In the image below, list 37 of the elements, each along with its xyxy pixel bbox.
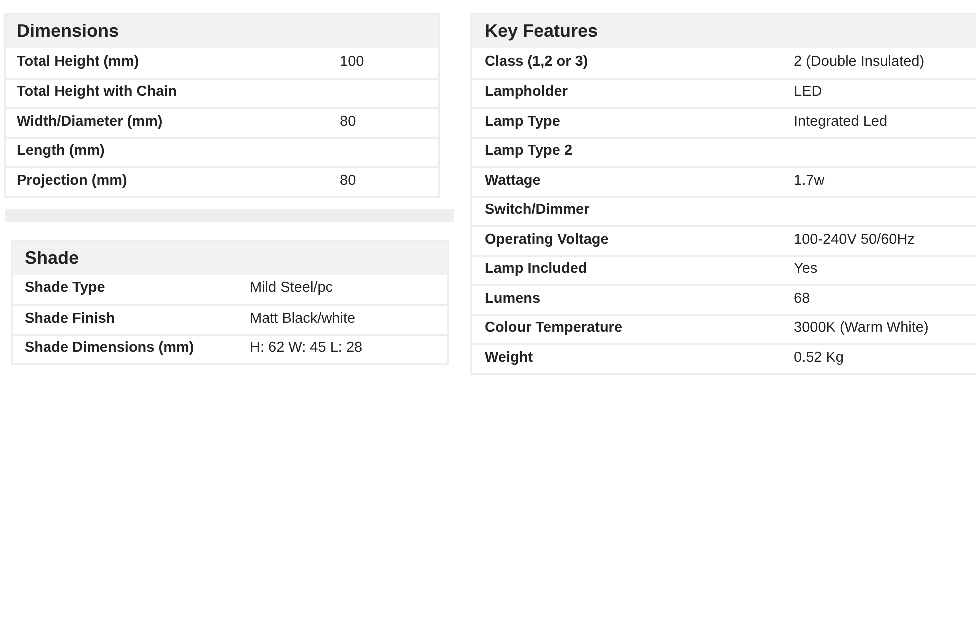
- spec-label: Lampholder: [485, 83, 569, 102]
- spec-label: Operating Voltage: [485, 230, 610, 250]
- spec-label: Projection (mm): [17, 172, 128, 191]
- spec-value: 2 (Double Insulated): [794, 52, 925, 72]
- spec-label: Switch/Dimmer: [485, 201, 591, 220]
- spec-value: 100-240V 50/60Hz: [794, 230, 915, 250]
- spec-label: Lamp Type: [485, 112, 562, 132]
- spec-label: Total Height (mm): [17, 52, 140, 72]
- spec-label: Wattage: [485, 172, 542, 191]
- spec-value: Integrated Led: [794, 112, 888, 132]
- panel-title: Shade: [13, 242, 447, 274]
- spec-value: 1.7w: [794, 172, 825, 191]
- spec-value: Yes: [794, 260, 818, 280]
- spec-value: H: 62 W: 45 L: 28: [250, 339, 363, 358]
- spec-label: Class (1,2 or 3): [485, 52, 590, 72]
- spec-value: 80: [340, 172, 356, 191]
- spec-label: Lamp Type 2: [485, 142, 574, 162]
- spec-label: Lamp Included: [485, 260, 588, 280]
- spec-value: 0.52 Kg: [794, 348, 844, 368]
- spec-value: 80: [340, 112, 356, 132]
- spec-label: Lumens: [485, 290, 542, 309]
- spec-value: 3000K (Warm White): [794, 319, 929, 338]
- spec-value: LED: [794, 83, 822, 102]
- spec-label: Total Height with Chain: [17, 83, 178, 102]
- spec-value: Mild Steel/pc: [250, 279, 334, 298]
- spec-value: Matt Black/white: [250, 310, 356, 329]
- spec-label: Length (mm): [17, 142, 106, 162]
- spec-value: 100: [340, 52, 364, 72]
- panel-title: Key Features: [472, 15, 976, 48]
- panel-title: Dimensions: [6, 15, 438, 48]
- spec-value: 68: [794, 290, 810, 309]
- spec-label: Colour Temperature: [485, 319, 624, 338]
- spec-label: Shade Type: [25, 279, 106, 298]
- spec-label: Shade Dimensions (mm): [25, 339, 196, 358]
- spec-label: Width/Diameter (mm): [17, 112, 164, 132]
- spec-label: Shade Finish: [25, 310, 116, 329]
- spec-label: Weight: [485, 348, 534, 368]
